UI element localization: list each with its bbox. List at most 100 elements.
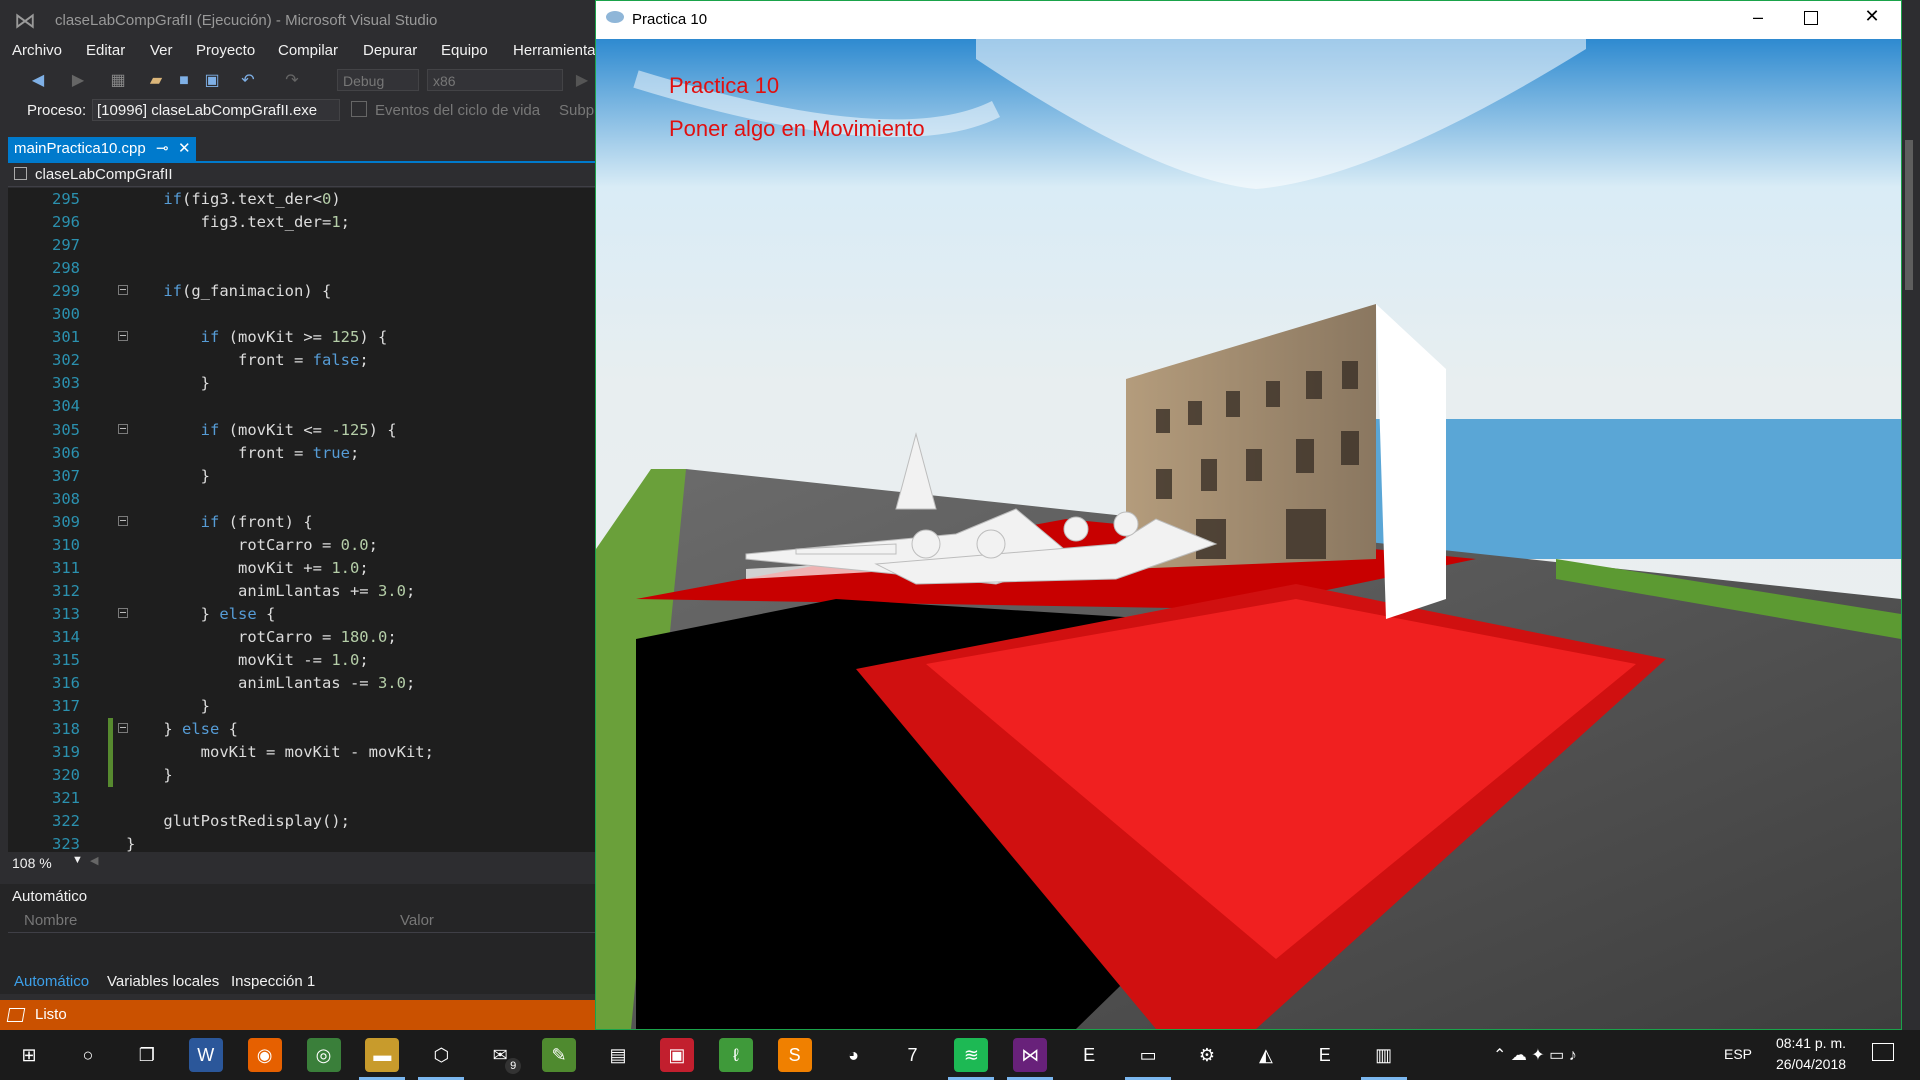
tab-mainpractica10[interactable]: mainPractica10.cpp ⊸ ✕ xyxy=(8,137,196,161)
code-line[interactable]: 319 movKit = movKit - movKit; xyxy=(8,741,595,765)
menu-editar[interactable]: Editar xyxy=(86,42,125,59)
notepadpp-icon[interactable]: ▤ xyxy=(601,1038,635,1072)
code-line[interactable]: 320 } xyxy=(8,764,595,788)
tab-variables-locales[interactable]: Variables locales xyxy=(107,973,219,990)
epic-games-2-icon[interactable]: E xyxy=(1308,1038,1342,1072)
code-editor[interactable]: 295 if(fig3.text_der<0) 296 fig3.text_der… xyxy=(8,188,595,852)
code-line[interactable]: 295 if(fig3.text_der<0) xyxy=(8,188,595,211)
menu-depurar[interactable]: Depurar xyxy=(363,42,417,59)
firefox-icon[interactable]: ◉ xyxy=(247,1038,282,1072)
maximize-icon[interactable] xyxy=(1804,11,1818,25)
line-number: 316 xyxy=(52,674,80,693)
zoom-dropdown-icon[interactable]: ▼ xyxy=(72,854,83,866)
redo-icon[interactable]: ↷ xyxy=(282,71,302,91)
menu-compilar[interactable]: Compilar xyxy=(278,42,338,59)
spotify-icon[interactable]: ≋ xyxy=(954,1038,989,1072)
code-line[interactable]: 316 animLlantas -= 3.0; xyxy=(8,672,595,695)
opengl-viewport[interactable]: Practica 10 Poner algo en Movimiento xyxy=(596,39,1901,1029)
close-icon[interactable]: ✕ xyxy=(1860,6,1884,27)
geforce-icon[interactable]: ◭ xyxy=(1249,1038,1283,1072)
menu-herramientas[interactable]: Herramienta xyxy=(513,42,596,59)
tray-icons[interactable]: ⌃ ☁ ✦ ▭ ♪ xyxy=(1493,1045,1577,1065)
navigation-bar[interactable]: claseLabCompGrafII xyxy=(8,164,595,187)
code-line[interactable]: 321 xyxy=(8,787,595,810)
clock-date[interactable]: 26/04/2018 xyxy=(1770,1056,1852,1072)
android-icon[interactable]: ℓ xyxy=(718,1038,753,1072)
sublime-icon[interactable]: S xyxy=(777,1038,812,1072)
language-indicator[interactable]: ESP xyxy=(1724,1046,1752,1062)
code-line[interactable]: 302 front = false; xyxy=(8,349,595,372)
code-line[interactable]: 301 if (movKit >= 125) { xyxy=(8,326,595,349)
back-icon[interactable]: ◀ xyxy=(28,71,48,91)
menu-archivo[interactable]: Archivo xyxy=(12,42,62,59)
app-window-icon[interactable]: ▥ xyxy=(1367,1038,1401,1072)
undo-icon[interactable]: ↶ xyxy=(238,71,258,91)
notifications-icon[interactable] xyxy=(1872,1043,1894,1061)
platform-select[interactable]: x86 xyxy=(427,69,563,91)
menu-equipo[interactable]: Equipo xyxy=(441,42,488,59)
config-select[interactable]: Debug xyxy=(337,69,419,91)
new-project-icon[interactable]: ▦ xyxy=(108,71,128,91)
process-select[interactable]: [10996] claseLabCompGrafII.exe xyxy=(92,99,340,121)
col-nombre[interactable]: Nombre xyxy=(24,912,77,929)
code-line[interactable]: 309 if (front) { xyxy=(8,511,595,534)
terminal-icon[interactable]: ▭ xyxy=(1131,1038,1165,1072)
code-line[interactable]: 312 animLlantas += 3.0; xyxy=(8,580,595,603)
code-line[interactable]: 317 } xyxy=(8,695,595,718)
virtualbox-icon[interactable]: ⬡ xyxy=(424,1038,458,1072)
lifecycle-events[interactable]: Eventos del ciclo de vida xyxy=(375,102,540,119)
code-line[interactable]: 311 movKit += 1.0; xyxy=(8,557,595,580)
open-file-icon[interactable]: ▰ xyxy=(146,71,166,91)
paint-icon[interactable]: ✎ xyxy=(542,1038,577,1072)
code-line[interactable]: 298 xyxy=(8,257,595,280)
code-line[interactable]: 305 if (movKit <= -125) { xyxy=(8,419,595,442)
menu-proyecto[interactable]: Proyecto xyxy=(196,42,255,59)
epic-games-icon[interactable]: E xyxy=(1072,1038,1106,1072)
code-line[interactable]: 296 fig3.text_der=1; xyxy=(8,211,595,234)
continue-icon[interactable]: ▶ xyxy=(572,71,592,91)
word-icon[interactable]: W xyxy=(188,1038,223,1072)
save-icon[interactable]: ■ xyxy=(174,71,194,91)
tab-automatico[interactable]: Automático xyxy=(14,973,89,990)
clock-time[interactable]: 08:41 p. m. xyxy=(1770,1035,1852,1051)
pin-icon[interactable]: ⊸ xyxy=(156,137,169,161)
photoshop-icon[interactable]: ▣ xyxy=(659,1038,694,1072)
forward-icon[interactable]: ▶ xyxy=(68,71,88,91)
code-line[interactable]: 304 xyxy=(8,395,595,418)
seven-zip-icon[interactable]: 7 xyxy=(896,1038,930,1072)
mail-icon[interactable]: ✉ 9 xyxy=(483,1038,522,1074)
visual-studio-icon[interactable]: ⋈ xyxy=(1013,1038,1048,1072)
close-tab-icon[interactable]: ✕ xyxy=(178,137,191,161)
col-valor[interactable]: Valor xyxy=(400,912,434,929)
code-line[interactable]: 297 xyxy=(8,234,595,257)
zoom-level[interactable]: 108 % xyxy=(12,855,52,871)
scroll-left-icon[interactable]: ◀ xyxy=(90,854,98,867)
code-line[interactable]: 315 movKit -= 1.0; xyxy=(8,649,595,672)
start-icon[interactable]: ⊞ xyxy=(12,1038,46,1072)
github-icon[interactable]: ◕ xyxy=(837,1038,871,1072)
code-line[interactable]: 314 rotCarro = 180.0; xyxy=(8,626,595,649)
save-all-icon[interactable]: ▣ xyxy=(202,71,222,91)
tab-inspeccion[interactable]: Inspección 1 xyxy=(231,973,315,990)
task-view-icon[interactable]: ❐ xyxy=(130,1038,164,1072)
code-line[interactable]: 307 } xyxy=(8,465,595,488)
code-line[interactable]: 299 if(g_fanimacion) { xyxy=(8,280,595,303)
chrome-icon[interactable]: ◎ xyxy=(306,1038,341,1072)
cortana-icon[interactable]: ○ xyxy=(71,1038,105,1072)
code-line[interactable]: 318 } else { xyxy=(8,718,595,742)
visual-studio-logo-icon: ⋈ xyxy=(14,8,36,33)
menu-ver[interactable]: Ver xyxy=(150,42,173,59)
practica-title-bar[interactable]: Practica 10 – ✕ xyxy=(596,1,1901,39)
settings-icon[interactable]: ⚙ xyxy=(1190,1038,1224,1072)
code-line[interactable]: 322 glutPostRedisplay(); xyxy=(8,810,595,833)
code-line[interactable]: 323} xyxy=(8,833,595,852)
code-line[interactable]: 303 } xyxy=(8,372,595,395)
code-line[interactable]: 308 xyxy=(8,488,595,511)
scrollbar-thumb[interactable] xyxy=(1905,140,1913,290)
code-line[interactable]: 313 } else { xyxy=(8,603,595,626)
file-explorer-icon[interactable]: ▬ xyxy=(365,1038,400,1072)
code-line[interactable]: 306 front = true; xyxy=(8,442,595,465)
code-line[interactable]: 300 xyxy=(8,303,595,326)
minimize-icon[interactable]: – xyxy=(1746,7,1770,28)
code-line[interactable]: 310 rotCarro = 0.0; xyxy=(8,534,595,557)
